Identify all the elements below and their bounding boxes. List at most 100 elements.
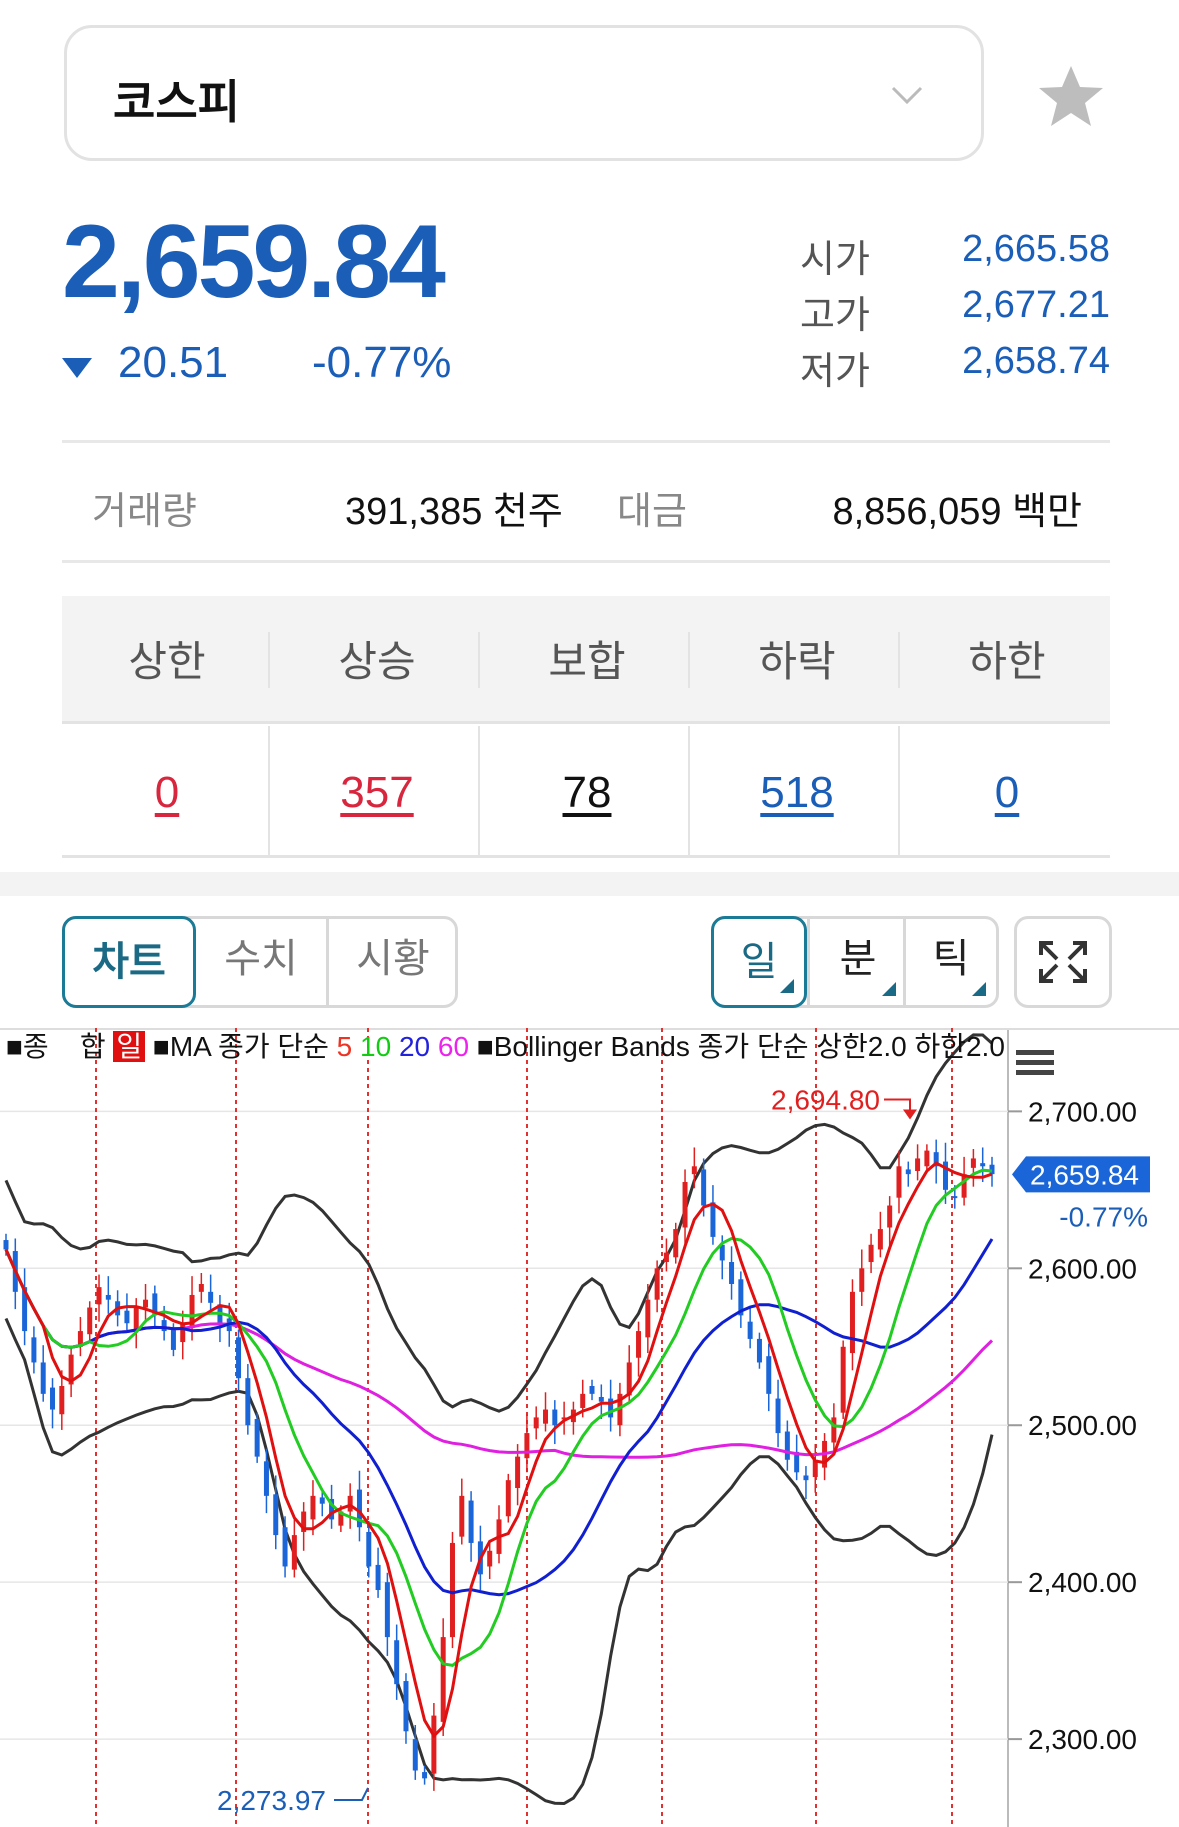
y-tick-label: 2,700.00 (1028, 1096, 1137, 1127)
candle-body (598, 1396, 604, 1402)
corner-triangle-icon (780, 979, 794, 993)
candle-body (291, 1535, 297, 1570)
tab-numbers[interactable]: 수치 (196, 916, 326, 1008)
candle-body (282, 1527, 288, 1567)
breadth-flat-count[interactable]: 78 (482, 768, 692, 818)
candle-body (915, 1158, 921, 1171)
candle-body (840, 1346, 846, 1413)
hamburger-icon (1016, 1070, 1054, 1075)
volume-value: 391,385 천주 (345, 491, 563, 533)
tab-minute[interactable]: 분 (810, 916, 906, 1008)
candle-body (766, 1356, 772, 1394)
min-annotation-arrow (334, 1787, 369, 1801)
corner-triangle-icon (882, 982, 896, 996)
max-annotation-arrowhead (903, 1109, 917, 1120)
candle-body (273, 1494, 279, 1536)
period-tabs: 일 분 틱 (711, 916, 999, 1008)
price-chart[interactable]: 2,700.00 2,600.00 2,500.00 2,400.00 2,300.00… (0, 1028, 1179, 1827)
candle-body (440, 1637, 446, 1722)
legend-ma-prefix: ■MA 종가 단순 (152, 1031, 329, 1062)
volume-row: 거래량 391,385 천주 대금 8,856,059 백만 (62, 446, 1110, 556)
candle-body (50, 1387, 56, 1410)
candle-body (849, 1291, 855, 1354)
tab-tick[interactable]: 틱 (906, 916, 996, 1008)
candle-body (236, 1337, 242, 1379)
candle-body (133, 1307, 139, 1330)
candle-body (459, 1495, 465, 1537)
y-tick-label: 2,400.00 (1028, 1567, 1137, 1598)
candle-body (961, 1174, 967, 1198)
legend-ma10: 10 (360, 1031, 392, 1062)
candle-body (366, 1531, 372, 1567)
candle-body (319, 1497, 325, 1504)
index-selector[interactable]: 코스피 (64, 25, 984, 161)
max-annotation: 2,694.80 (771, 1085, 880, 1116)
candle-body (784, 1431, 790, 1460)
tab-daily-label: 일 (740, 940, 778, 984)
low-label: 저가 (800, 351, 870, 393)
candle-body (254, 1418, 260, 1457)
breadth-header-lower-limit: 하한 (968, 638, 1046, 685)
corner-triangle-icon (972, 982, 986, 996)
open-value: 2,665.58 (962, 228, 1110, 270)
breadth-upper-limit-count[interactable]: 0 (62, 768, 272, 818)
candle-body (636, 1331, 642, 1358)
triangle-down-icon (62, 358, 92, 378)
candle-body (868, 1244, 874, 1263)
open-label: 시가 (800, 239, 870, 281)
candle-body (691, 1166, 697, 1175)
candle-body (487, 1550, 493, 1567)
candle-body (180, 1323, 186, 1343)
high-value: 2,677.21 (962, 284, 1110, 326)
view-tabs: 차트 수치 시황 (62, 916, 458, 1008)
amount-label: 대금 (617, 491, 687, 533)
candle-body (245, 1378, 251, 1426)
legend-ma20: 20 (398, 1031, 431, 1062)
candle-body (515, 1456, 521, 1489)
candle-body (589, 1386, 595, 1394)
ma5-line (4, 1161, 993, 1739)
candle-body (970, 1158, 976, 1168)
candle-body (208, 1291, 214, 1303)
header-separator (688, 632, 690, 688)
volume-label: 거래량 (92, 491, 197, 533)
candle-body (524, 1433, 530, 1459)
breadth-lower-limit-count[interactable]: 0 (902, 768, 1112, 818)
legend-ma5: 5 (336, 1031, 353, 1062)
candle-body (710, 1202, 716, 1237)
legend-daily-badge: 일 (113, 1031, 146, 1062)
y-tick-label: 2,500.00 (1028, 1410, 1137, 1441)
breadth-header-upper-limit: 상한 (128, 638, 206, 685)
candle-body (775, 1398, 781, 1434)
breadth-rise-count[interactable]: 357 (272, 768, 482, 818)
legend-bollinger: ■Bollinger Bands 종가 단순 상한2.0 하한2.0 (476, 1031, 1005, 1062)
candle-body (263, 1461, 269, 1496)
star-icon[interactable] (1036, 62, 1106, 132)
candle-body (422, 1772, 428, 1779)
hamburger-icon (1016, 1060, 1054, 1065)
candle-body (673, 1229, 679, 1258)
candle-body (143, 1299, 149, 1308)
divider (62, 560, 1110, 563)
tab-chart[interactable]: 차트 (62, 916, 196, 1008)
tab-daily[interactable]: 일 (711, 916, 807, 1008)
candle-body (31, 1337, 37, 1363)
candle-body (468, 1500, 474, 1543)
current-price-label: 2,659.84 (1030, 1159, 1139, 1190)
candle-body (747, 1321, 753, 1339)
candle-body (87, 1307, 93, 1335)
candle-body (533, 1417, 539, 1429)
header-separator (268, 632, 270, 688)
ohl-panel: 시가 2,665.58 고가 2,677.21 저가 2,658.74 (800, 228, 1115, 396)
breadth-fall-count[interactable]: 518 (692, 768, 902, 818)
expand-button[interactable] (1014, 916, 1112, 1008)
breadth-header-flat: 보합 (548, 638, 626, 685)
tab-market-news[interactable]: 시황 (329, 916, 457, 1008)
candle-body (161, 1320, 167, 1332)
legend-ma60: 60 (437, 1031, 470, 1062)
change-percent: -0.77% (312, 338, 452, 387)
breadth-header-fall: 하락 (758, 638, 836, 685)
candle-body (375, 1564, 381, 1591)
hamburger-icon (1016, 1050, 1054, 1055)
candle-body (859, 1268, 865, 1292)
